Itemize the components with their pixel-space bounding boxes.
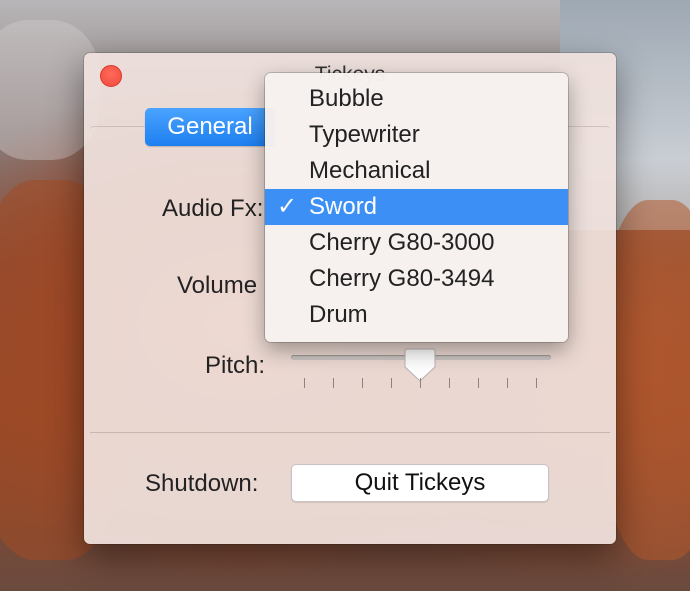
- menu-item-bubble[interactable]: Bubble: [265, 81, 568, 117]
- audio-fx-label: Audio Fx:: [162, 195, 264, 222]
- separator: [90, 432, 610, 433]
- menu-item-label: Cherry G80-3000: [309, 229, 495, 256]
- slider-tick: [391, 378, 392, 388]
- slider-tick: [507, 378, 508, 388]
- audio-fx-dropdown-menu: Bubble Typewriter Mechanical ✓ Sword Cher…: [265, 73, 568, 342]
- menu-item-label: Cherry G80-3494: [309, 265, 495, 292]
- slider-tick: [304, 378, 305, 388]
- volume-label: Volume: [177, 272, 258, 299]
- slider-tick: [449, 378, 450, 388]
- menu-item-label: Sword: [309, 193, 378, 220]
- menu-item-typewriter[interactable]: Typewriter: [265, 117, 568, 153]
- menu-item-cherry-g80-3494[interactable]: Cherry G80-3494: [265, 261, 568, 297]
- slider-tick: [420, 378, 421, 388]
- menu-item-label: Typewriter: [309, 121, 420, 148]
- menu-item-mechanical[interactable]: Mechanical: [265, 153, 568, 189]
- shutdown-label: Shutdown:: [145, 470, 259, 497]
- menu-item-drum[interactable]: Drum: [265, 297, 568, 333]
- tab-general[interactable]: General: [145, 108, 275, 146]
- quit-button[interactable]: Quit Tickeys: [291, 464, 549, 502]
- slider-tick: [333, 378, 334, 388]
- menu-item-cherry-g80-3000[interactable]: Cherry G80-3000: [265, 225, 568, 261]
- slider-tick: [362, 378, 363, 388]
- menu-item-label: Mechanical: [309, 157, 431, 184]
- menu-item-label: Bubble: [309, 85, 384, 112]
- slider-tick: [536, 378, 537, 388]
- checkmark-icon: ✓: [277, 193, 298, 220]
- slider-tick: [478, 378, 479, 388]
- pitch-label: Pitch:: [205, 352, 266, 379]
- pitch-slider-ticks: [304, 378, 544, 390]
- menu-item-label: Drum: [309, 301, 368, 328]
- menu-item-sword[interactable]: ✓ Sword: [265, 189, 568, 225]
